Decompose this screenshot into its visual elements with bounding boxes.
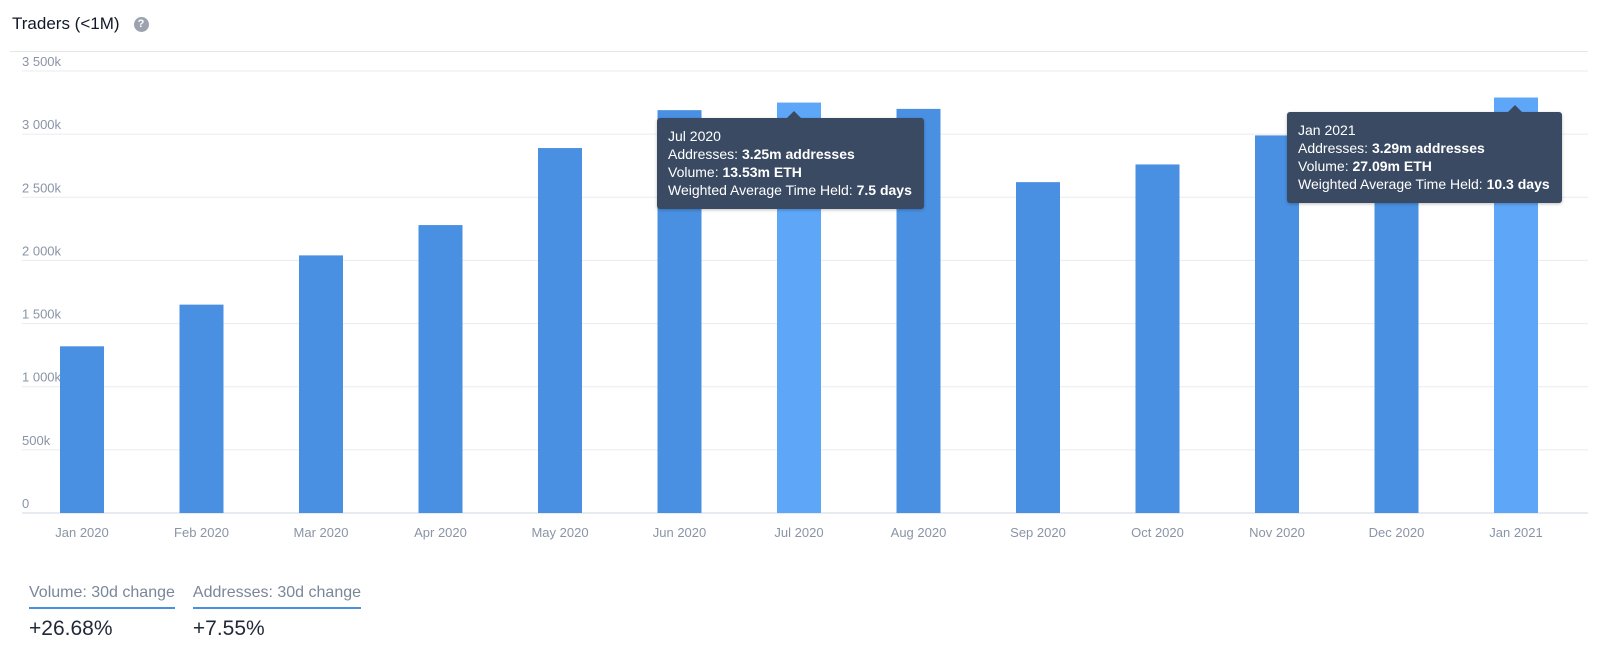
y-tick-label: 1 000k	[22, 370, 62, 385]
tooltip-time-label: Weighted Average Time Held:	[1298, 176, 1487, 192]
tooltip-volume-label: Volume:	[1298, 158, 1353, 174]
stat-value: +7.55%	[192, 617, 265, 640]
tooltip-arrow	[787, 111, 801, 118]
volume-change-stat[interactable]: Volume: 30d change +26.68%	[29, 584, 175, 641]
y-tick-label: 0	[22, 496, 29, 511]
bar[interactable]	[179, 304, 224, 513]
x-tick-label: Apr 2020	[414, 525, 467, 540]
tooltip-addresses-label: Addresses:	[668, 146, 742, 162]
stats-row: Volume: 30d change +26.68% Addresses: 30…	[29, 584, 362, 641]
bar[interactable]	[1016, 182, 1060, 514]
tooltip-addresses-label: Addresses:	[1298, 140, 1372, 156]
addresses-change-stat[interactable]: Addresses: 30d change +7.55%	[192, 584, 362, 641]
tooltip-addresses-value: 3.29m addresses	[1371, 140, 1485, 156]
tooltip-volume-label: Volume:	[668, 164, 723, 180]
x-tick-label: Aug 2020	[891, 525, 947, 540]
y-tick-label: 2 000k	[22, 243, 62, 258]
stat-value: +26.68%	[29, 617, 113, 640]
bar-chart: 0 500k 1 000k 1 500k 2 000k 2 500k 3 000k 3 500…	[22, 54, 1588, 540]
stat-label[interactable]: Addresses: 30d change	[192, 584, 362, 609]
bar[interactable]	[299, 255, 343, 513]
tooltip-arrow	[1508, 105, 1522, 112]
y-tick-label: 2 500k	[22, 180, 62, 195]
x-tick-label: Mar 2020	[294, 525, 349, 540]
tooltip-volume-value: 13.53m ETH	[722, 164, 802, 180]
tooltip-title: Jan 2021	[1298, 122, 1356, 138]
y-tick-label: 3 000k	[22, 117, 62, 132]
tooltip-volume-value: 27.09m ETH	[1352, 158, 1432, 174]
x-tick-label: Jan 2020	[55, 525, 109, 540]
x-tick-label: Sep 2020	[1010, 525, 1066, 540]
bar[interactable]	[60, 346, 104, 513]
tooltip-addresses-value: 3.25m addresses	[741, 146, 855, 162]
x-tick-label: Nov 2020	[1249, 525, 1305, 540]
tooltip-time-value: 7.5 days	[856, 182, 912, 198]
tooltip-title: Jul 2020	[668, 128, 721, 144]
bar[interactable]	[538, 148, 582, 513]
x-tick-label: Oct 2020	[1131, 525, 1184, 540]
bar[interactable]	[1135, 164, 1180, 514]
bar[interactable]	[418, 225, 463, 513]
tooltip-jul-2020: Jul 2020 Addresses: 3.25m addresses Volu…	[657, 111, 924, 209]
tooltip-time-label: Weighted Average Time Held:	[668, 182, 857, 198]
y-tick-label: 500k	[22, 433, 51, 448]
x-tick-label: Jun 2020	[653, 525, 707, 540]
y-tick-label: 3 500k	[22, 54, 62, 69]
x-tick-label: Feb 2020	[174, 525, 229, 540]
x-tick-label: May 2020	[531, 525, 588, 540]
tooltip-jan-2021: Jan 2021 Addresses: 3.29m addresses Volu…	[1287, 105, 1562, 203]
x-tick-label: Dec 2020	[1369, 525, 1425, 540]
y-tick-label: 1 500k	[22, 307, 62, 322]
stat-label[interactable]: Volume: 30d change	[29, 584, 175, 609]
x-tick-label: Jul 2020	[774, 525, 823, 540]
x-tick-label: Jan 2021	[1489, 525, 1543, 540]
tooltip-time-value: 10.3 days	[1486, 176, 1550, 192]
